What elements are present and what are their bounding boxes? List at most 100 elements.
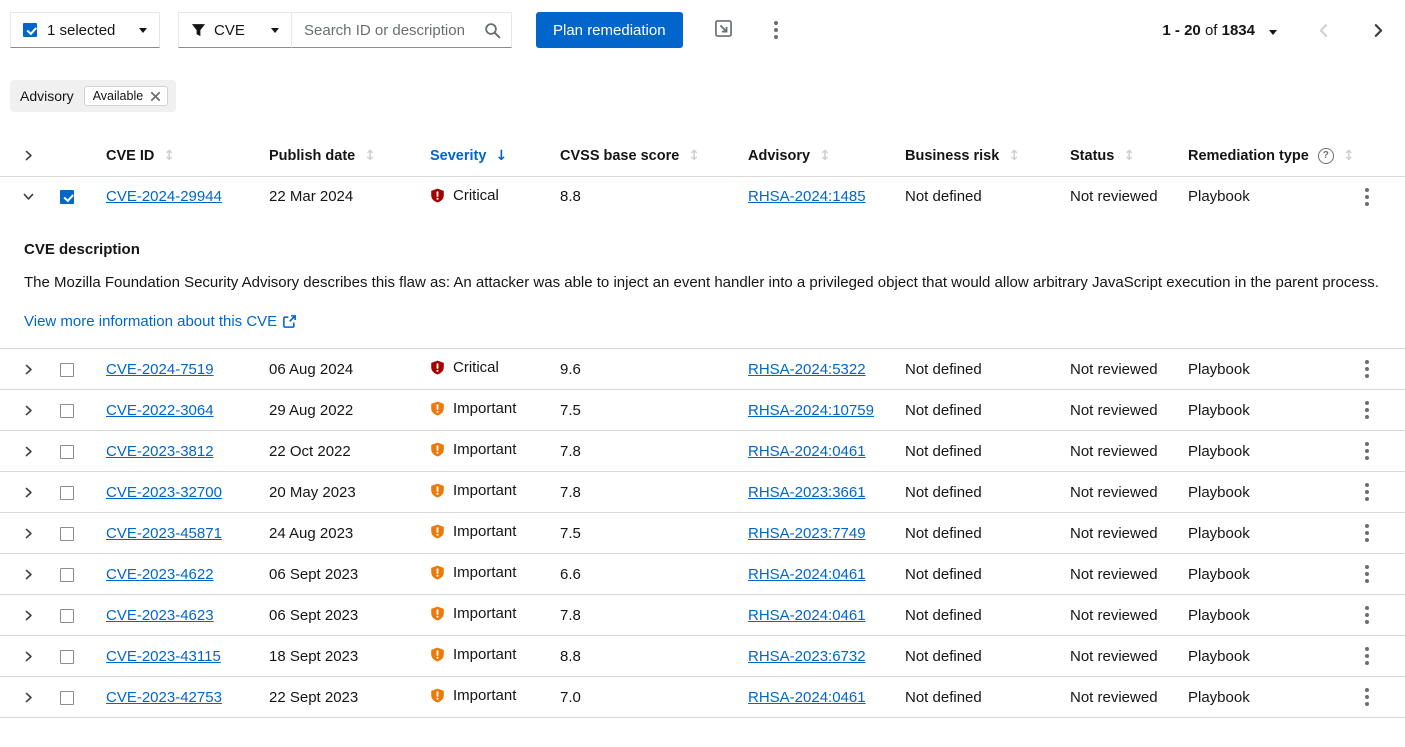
severity-shield-icon xyxy=(431,647,444,662)
row-checkbox[interactable] xyxy=(60,485,74,500)
table-row: CVE-2024-7519 06 Aug 2024 Critical 9.6 R… xyxy=(0,348,1405,390)
advisory-link[interactable]: RHSA-2024:0461 xyxy=(748,443,866,460)
sort-icon[interactable]: ↕ xyxy=(364,148,376,164)
cve-link[interactable]: CVE-2023-42753 xyxy=(106,689,222,706)
row-checkbox[interactable] xyxy=(60,567,74,582)
row-kebab-button[interactable] xyxy=(1357,561,1377,587)
status-cell: Not reviewed xyxy=(1070,360,1158,378)
cve-link[interactable]: CVE-2022-3064 xyxy=(106,402,214,419)
cve-link[interactable]: CVE-2023-43115 xyxy=(106,648,221,665)
remediation-type-cell: Playbook xyxy=(1188,688,1250,706)
search-input[interactable] xyxy=(292,13,511,47)
row-kebab-button[interactable] xyxy=(1357,184,1377,210)
column-header-publish-date[interactable]: Publish date ↕ xyxy=(269,148,376,164)
plan-remediation-button[interactable]: Plan remediation xyxy=(536,12,683,48)
row-kebab-button[interactable] xyxy=(1357,643,1377,669)
view-more-link[interactable]: View more information about this CVE xyxy=(24,313,297,330)
row-checkbox[interactable] xyxy=(60,444,74,459)
toolbar-kebab-button[interactable] xyxy=(766,17,786,43)
row-kebab-button[interactable] xyxy=(1357,356,1377,382)
sort-descending-icon[interactable]: ↓ xyxy=(495,148,507,164)
row-kebab-button[interactable] xyxy=(1357,684,1377,710)
chip-close-button[interactable] xyxy=(150,91,161,102)
row-checkbox[interactable] xyxy=(60,526,74,541)
cve-link[interactable]: CVE-2023-3812 xyxy=(106,443,214,460)
row-checkbox[interactable] xyxy=(60,403,74,418)
column-header-cvss[interactable]: CVSS base score ↕ xyxy=(560,148,700,164)
cvss-score-cell: 7.0 xyxy=(560,688,581,706)
bulk-select-checkbox[interactable] xyxy=(23,23,37,37)
row-kebab-button[interactable] xyxy=(1357,397,1377,423)
column-header-status[interactable]: Status ↕ xyxy=(1070,148,1135,164)
cve-link[interactable]: CVE-2023-32700 xyxy=(106,484,222,501)
expand-toggle[interactable] xyxy=(18,646,39,667)
severity-shield-icon xyxy=(431,401,444,416)
column-header-business-risk[interactable]: Business risk ↕ xyxy=(905,148,1020,164)
cve-link[interactable]: CVE-2023-4623 xyxy=(106,607,214,624)
advisory-link[interactable]: RHSA-2024:0461 xyxy=(748,689,866,706)
column-header-cve-id[interactable]: CVE ID ↕ xyxy=(106,148,175,164)
row-checkbox[interactable] xyxy=(60,608,74,623)
cvss-score-cell: 7.8 xyxy=(560,483,581,501)
expand-toggle[interactable] xyxy=(18,687,39,708)
advisory-link[interactable]: RHSA-2024:0461 xyxy=(748,566,866,583)
expand-toggle[interactable] xyxy=(18,564,39,585)
expand-toggle[interactable] xyxy=(18,359,39,380)
kebab-icon xyxy=(1365,187,1369,192)
cve-link[interactable]: CVE-2024-29944 xyxy=(106,188,222,205)
sort-icon[interactable]: ↕ xyxy=(163,148,175,164)
sort-icon[interactable]: ↕ xyxy=(1008,148,1020,164)
bulk-select-dropdown[interactable]: 1 selected xyxy=(10,12,160,48)
remediation-type-cell: Playbook xyxy=(1188,483,1250,501)
severity-cell: Critical xyxy=(430,359,499,376)
cve-link[interactable]: CVE-2023-4622 xyxy=(106,566,214,583)
column-header-remediation-type[interactable]: Remediation type? ↕ xyxy=(1188,147,1355,164)
expand-toggle[interactable] xyxy=(18,482,39,503)
export-icon xyxy=(714,20,732,37)
kebab-icon xyxy=(1365,565,1369,569)
row-kebab-button[interactable] xyxy=(1357,479,1377,505)
column-header-severity[interactable]: Severity ↓ xyxy=(430,148,507,164)
advisory-link[interactable]: RHSA-2023:6732 xyxy=(748,648,866,665)
filter-chip-available: Available xyxy=(83,86,169,106)
expand-toggle[interactable] xyxy=(18,523,39,544)
expand-toggle[interactable] xyxy=(18,605,39,626)
expand-toggle[interactable] xyxy=(18,400,39,421)
cve-link[interactable]: CVE-2024-7519 xyxy=(106,361,214,378)
help-icon[interactable]: ? xyxy=(1317,147,1334,164)
sort-icon[interactable]: ↕ xyxy=(688,148,700,164)
kebab-icon xyxy=(1365,442,1369,446)
sort-icon[interactable]: ↕ xyxy=(1343,148,1355,164)
cve-table-body: CVE-2024-29944 22 Mar 2024 Critical 8.8 … xyxy=(0,176,1405,718)
sort-icon[interactable]: ↕ xyxy=(819,148,831,164)
pagination-range: 1 - 20 of 1834 xyxy=(1162,21,1255,39)
row-kebab-button[interactable] xyxy=(1357,520,1377,546)
cve-link[interactable]: CVE-2023-45871 xyxy=(106,525,222,542)
row-checkbox[interactable] xyxy=(60,649,74,664)
expand-toggle[interactable] xyxy=(18,186,39,207)
publish-date-cell: 22 Oct 2022 xyxy=(269,442,351,460)
sort-icon[interactable]: ↕ xyxy=(1123,148,1135,164)
column-header-advisory[interactable]: Advisory ↕ xyxy=(748,148,831,164)
advisory-link[interactable]: RHSA-2023:7749 xyxy=(748,525,866,542)
table-row: CVE-2022-3064 29 Aug 2022 Important 7.5 … xyxy=(0,389,1405,431)
advisory-link[interactable]: RHSA-2024:10759 xyxy=(748,402,874,419)
export-button[interactable] xyxy=(709,14,738,46)
expand-all-toggle[interactable] xyxy=(18,145,39,166)
advisory-link[interactable]: RHSA-2024:0461 xyxy=(748,607,866,624)
pagination-menu-toggle[interactable] xyxy=(1265,19,1281,42)
advisory-link[interactable]: RHSA-2024:1485 xyxy=(748,188,866,205)
severity-cell: Important xyxy=(430,605,516,622)
advisory-link[interactable]: RHSA-2024:5322 xyxy=(748,361,866,378)
filter-type-dropdown[interactable]: CVE xyxy=(178,12,292,48)
expand-toggle[interactable] xyxy=(18,441,39,462)
row-checkbox[interactable] xyxy=(60,190,74,205)
status-cell: Not reviewed xyxy=(1070,401,1158,419)
pagination-next-button[interactable] xyxy=(1366,18,1391,43)
row-kebab-button[interactable] xyxy=(1357,602,1377,628)
row-checkbox[interactable] xyxy=(60,690,74,705)
row-checkbox[interactable] xyxy=(60,362,74,377)
row-kebab-button[interactable] xyxy=(1357,438,1377,464)
pagination-prev-button[interactable] xyxy=(1311,18,1336,43)
advisory-link[interactable]: RHSA-2023:3661 xyxy=(748,484,866,501)
